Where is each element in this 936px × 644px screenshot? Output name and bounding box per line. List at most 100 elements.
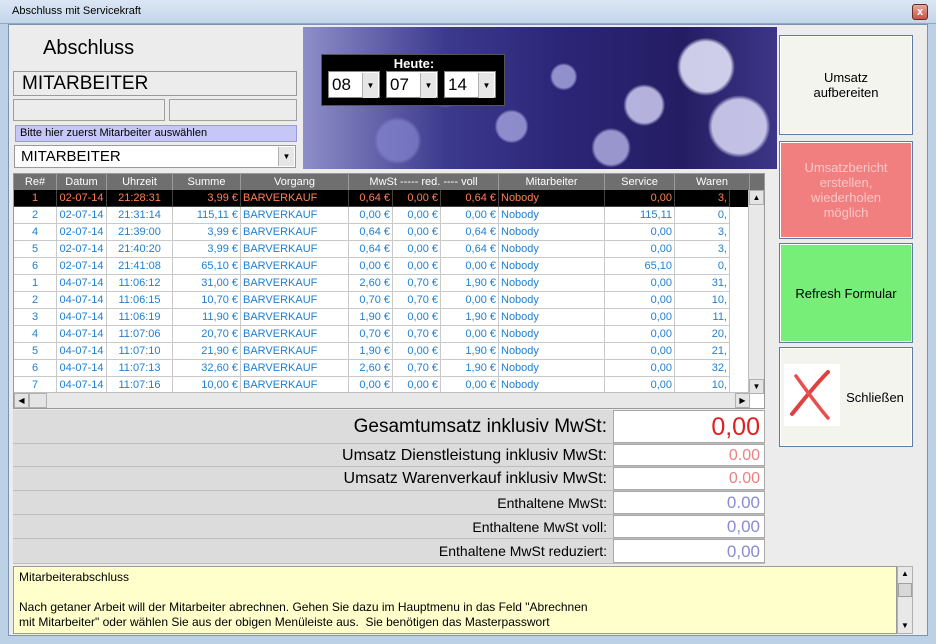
sales-table: Re# Datum Uhrzeit Summe Vorgang MwSt ----- re…: [13, 173, 765, 409]
total-value[interactable]: 0.00: [613, 467, 765, 490]
table-row[interactable]: 4 04-07-14 11:07:06 20,70 € BARVERKAUF 0,70 €…: [14, 326, 750, 343]
table-cell: 0,70 €: [393, 360, 441, 377]
table-cell: BARVERKAUF: [241, 275, 349, 292]
employee-select[interactable]: MITARBEITER ▼: [14, 145, 296, 168]
refresh-formular-button[interactable]: Refresh Formular: [779, 243, 913, 343]
info-scrollbar[interactable]: ▲ ▼: [897, 566, 913, 634]
table-row[interactable]: 4 02-07-14 21:39:00 3,99 € BARVERKAUF 0,64 €0…: [14, 224, 750, 241]
column-header[interactable]: MwSt ----- red. ---- voll: [349, 174, 499, 190]
column-header[interactable]: Summe: [173, 174, 241, 190]
table-cell: 4: [14, 326, 57, 343]
table-cell: 11:07:13: [107, 360, 173, 377]
total-label: Gesamtumsatz inklusiv MwSt:: [13, 410, 613, 443]
table-cell: BARVERKAUF: [241, 360, 349, 377]
table-cell: 1,90 €: [441, 309, 499, 326]
total-value[interactable]: 0,00: [613, 539, 765, 563]
column-header[interactable]: Datum: [57, 174, 107, 190]
table-cell: 0,00 €: [393, 207, 441, 224]
table-cell: 1,90 €: [349, 343, 393, 360]
chevron-down-icon[interactable]: ▼: [362, 73, 378, 98]
scroll-up-icon[interactable]: ▲: [749, 190, 764, 205]
table-row[interactable]: 5 04-07-14 11:07:10 21,90 € BARVERKAUF 1,90 €…: [14, 343, 750, 360]
table-cell: 21:39:00: [107, 224, 173, 241]
chevron-down-icon[interactable]: ▼: [420, 73, 436, 98]
table-row[interactable]: 3 04-07-14 11:06:19 11,90 € BARVERKAUF 1,90 €…: [14, 309, 750, 326]
table-row[interactable]: 5 02-07-14 21:40:20 3,99 € BARVERKAUF 0,64 €0…: [14, 241, 750, 258]
table-cell: 21:41:08: [107, 258, 173, 275]
table-cell: 3,99 €: [173, 190, 241, 207]
umsatz-aufbereiten-button[interactable]: Umsatz aufbereiten: [779, 35, 913, 135]
year-select[interactable]: 14 ▼: [444, 71, 496, 98]
date-label: Heute:: [393, 56, 435, 71]
day-value: 08: [332, 75, 351, 94]
schliessen-label: Schließen: [846, 389, 904, 405]
info-textarea[interactable]: Mitarbeiterabschluss Nach getaner Arbeit…: [13, 566, 897, 634]
total-value[interactable]: 0.00: [613, 444, 765, 466]
main-window: Abschluss MITARBEITER Bitte hier zuerst …: [8, 24, 928, 636]
table-cell: 65,10: [605, 258, 675, 275]
column-header[interactable]: Service: [605, 174, 675, 190]
table-cell: BARVERKAUF: [241, 309, 349, 326]
scroll-down-icon[interactable]: ▼: [749, 379, 764, 394]
table-cell: 3,: [675, 224, 730, 241]
table-row[interactable]: 6 04-07-14 11:07:13 32,60 € BARVERKAUF 2,60 €…: [14, 360, 750, 377]
table-cell: Nobody: [499, 309, 605, 326]
table-cell: 21,90 €: [173, 343, 241, 360]
table-cell: 1,90 €: [349, 309, 393, 326]
table-row[interactable]: 2 02-07-14 21:31:14 115,11 € BARVERKAUF 0,00 …: [14, 207, 750, 224]
scroll-down-icon[interactable]: ▼: [898, 619, 912, 633]
table-cell: 3: [14, 309, 57, 326]
horizontal-scrollbar[interactable]: ◀ ▶: [14, 392, 750, 408]
table-cell: 21,: [675, 343, 730, 360]
schliessen-button[interactable]: Schließen: [779, 347, 913, 447]
close-button[interactable]: x: [912, 4, 928, 20]
employee-field-2[interactable]: [169, 99, 297, 121]
table-row[interactable]: 1 02-07-14 21:28:31 3,99 € BARVERKAUF 0,64 €0…: [14, 190, 750, 207]
employee-field-1[interactable]: [13, 99, 165, 121]
table-cell: 6: [14, 258, 57, 275]
table-cell: Nobody: [499, 224, 605, 241]
table-row[interactable]: 2 04-07-14 11:06:15 10,70 € BARVERKAUF 0,70 €…: [14, 292, 750, 309]
column-header[interactable]: Waren: [675, 174, 750, 190]
column-header[interactable]: Mitarbeiter: [499, 174, 605, 190]
table-cell: BARVERKAUF: [241, 224, 349, 241]
total-row: Enthaltene MwSt reduziert: 0,00: [13, 539, 765, 564]
column-header[interactable]: Vorgang: [241, 174, 349, 190]
table-cell: 5: [14, 241, 57, 258]
scroll-right-icon[interactable]: ▶: [735, 393, 750, 408]
table-row[interactable]: 1 04-07-14 11:06:12 31,00 € BARVERKAUF 2,60 €…: [14, 275, 750, 292]
table-cell: 0,00 €: [349, 207, 393, 224]
scroll-up-icon[interactable]: ▲: [898, 567, 912, 581]
day-select[interactable]: 08 ▼: [328, 71, 380, 98]
total-value[interactable]: 0,00: [613, 515, 765, 538]
table-cell: 3,: [675, 190, 730, 207]
umsatzbericht-button[interactable]: Umsatzbericht erstellen, wiederholen mög…: [779, 141, 913, 239]
scroll-thumb[interactable]: [29, 393, 47, 408]
table-cell: 21:28:31: [107, 190, 173, 207]
table-cell: 2,60 €: [349, 360, 393, 377]
chevron-down-icon[interactable]: ▼: [478, 73, 494, 98]
table-cell: 115,11: [605, 207, 675, 224]
table-cell: 3,99 €: [173, 224, 241, 241]
total-value[interactable]: 0,00: [613, 410, 765, 443]
table-cell: 2,60 €: [349, 275, 393, 292]
vertical-scrollbar[interactable]: ▲ ▼: [748, 190, 764, 394]
chevron-down-icon[interactable]: ▼: [278, 147, 294, 166]
table-row[interactable]: 6 02-07-14 21:41:08 65,10 € BARVERKAUF 0,00 €…: [14, 258, 750, 275]
table-cell: 04-07-14: [57, 309, 107, 326]
table-cell: 0,00: [605, 241, 675, 258]
scroll-thumb[interactable]: [898, 583, 912, 597]
month-select[interactable]: 07 ▼: [386, 71, 438, 98]
table-cell: 0,: [675, 258, 730, 275]
scroll-left-icon[interactable]: ◀: [14, 393, 29, 408]
table-cell: 4: [14, 224, 57, 241]
table-cell: 0,64 €: [349, 190, 393, 207]
month-value: 07: [390, 75, 409, 94]
table-cell: 0,00 €: [393, 224, 441, 241]
column-header[interactable]: Uhrzeit: [107, 174, 173, 190]
total-value[interactable]: 0.00: [613, 491, 765, 514]
table-cell: 65,10 €: [173, 258, 241, 275]
table-cell: Nobody: [499, 292, 605, 309]
column-header[interactable]: Re#: [14, 174, 57, 190]
total-label: Umsatz Dienstleistung inklusiv MwSt:: [13, 444, 613, 466]
